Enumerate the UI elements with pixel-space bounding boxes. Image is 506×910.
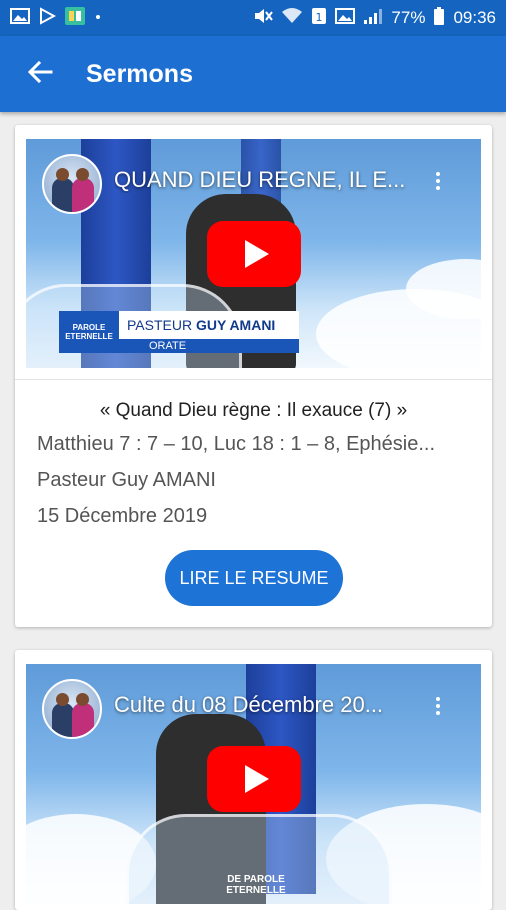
status-left [10,6,102,31]
play-button[interactable] [207,221,301,287]
play-store-icon [38,6,57,30]
more-vert-icon[interactable] [428,169,448,197]
overlay-role: ORATE [119,339,299,353]
overlay-name: PASTEUR GUY AMANI [119,311,299,339]
back-arrow-icon [27,59,53,90]
divider [15,379,492,380]
overlay-logo: DE PAROLE ETERNELLE [226,874,286,896]
play-icon [244,765,269,793]
video-title[interactable]: Culte du 08 Décembre 20... [114,692,429,718]
play-button[interactable] [207,746,301,812]
sermon-references: Matthieu 7 : 7 – 10, Luc 18 : 1 – 8, Eph… [37,433,436,455]
battery-icon [433,6,445,30]
play-icon [244,240,269,268]
gallery-icon [335,7,356,30]
more-vert-icon[interactable] [428,694,448,722]
wifi-icon [281,7,303,30]
channel-avatar[interactable] [42,154,102,214]
clock: 09:36 [453,8,496,27]
sermon-pastor: Pasteur Guy AMANI [37,469,216,491]
app-icon [64,6,86,31]
sermon-title: « Quand Dieu règne : Il exauce (7) » [99,400,408,421]
page-title: Sermons [86,59,193,88]
signal-icon [363,7,383,30]
sim-icon: 1 [311,7,327,30]
notification-dot-icon [94,7,102,30]
video-player[interactable]: Culte du 08 Décembre 20... DE PAROLE ETE… [26,664,481,904]
sermon-date: 15 Décembre 2019 [37,505,208,527]
battery-percent: 77% [391,8,426,27]
channel-avatar[interactable] [42,679,102,739]
overlay-logo: PAROLE ETERNELLE [59,311,119,353]
name-overlay: PAROLE ETERNELLE PASTEUR GUY AMANI ORATE [59,311,299,353]
overlay-name-main: GUY AMANI [195,317,276,333]
read-summary-button[interactable]: LIRE LE RESUME [165,550,343,606]
app-bar: Sermons [0,36,506,112]
video-title[interactable]: QUAND DIEU REGNE, IL E... [114,167,429,193]
video-player[interactable]: QUAND DIEU REGNE, IL E... PAROLE ETERNEL… [26,139,481,368]
overlay-name-prefix: PASTEUR [127,317,193,333]
svg-text:1: 1 [316,11,323,24]
sermon-card: Culte du 08 Décembre 20... DE PAROLE ETE… [15,650,492,910]
mute-icon [253,7,274,30]
gallery-icon [10,7,30,30]
sermon-card: QUAND DIEU REGNE, IL E... PAROLE ETERNEL… [15,125,492,627]
status-right: 1 77% 09:36 [253,6,496,30]
status-bar: 1 77% 09:36 [0,0,506,36]
back-button[interactable] [10,44,70,104]
